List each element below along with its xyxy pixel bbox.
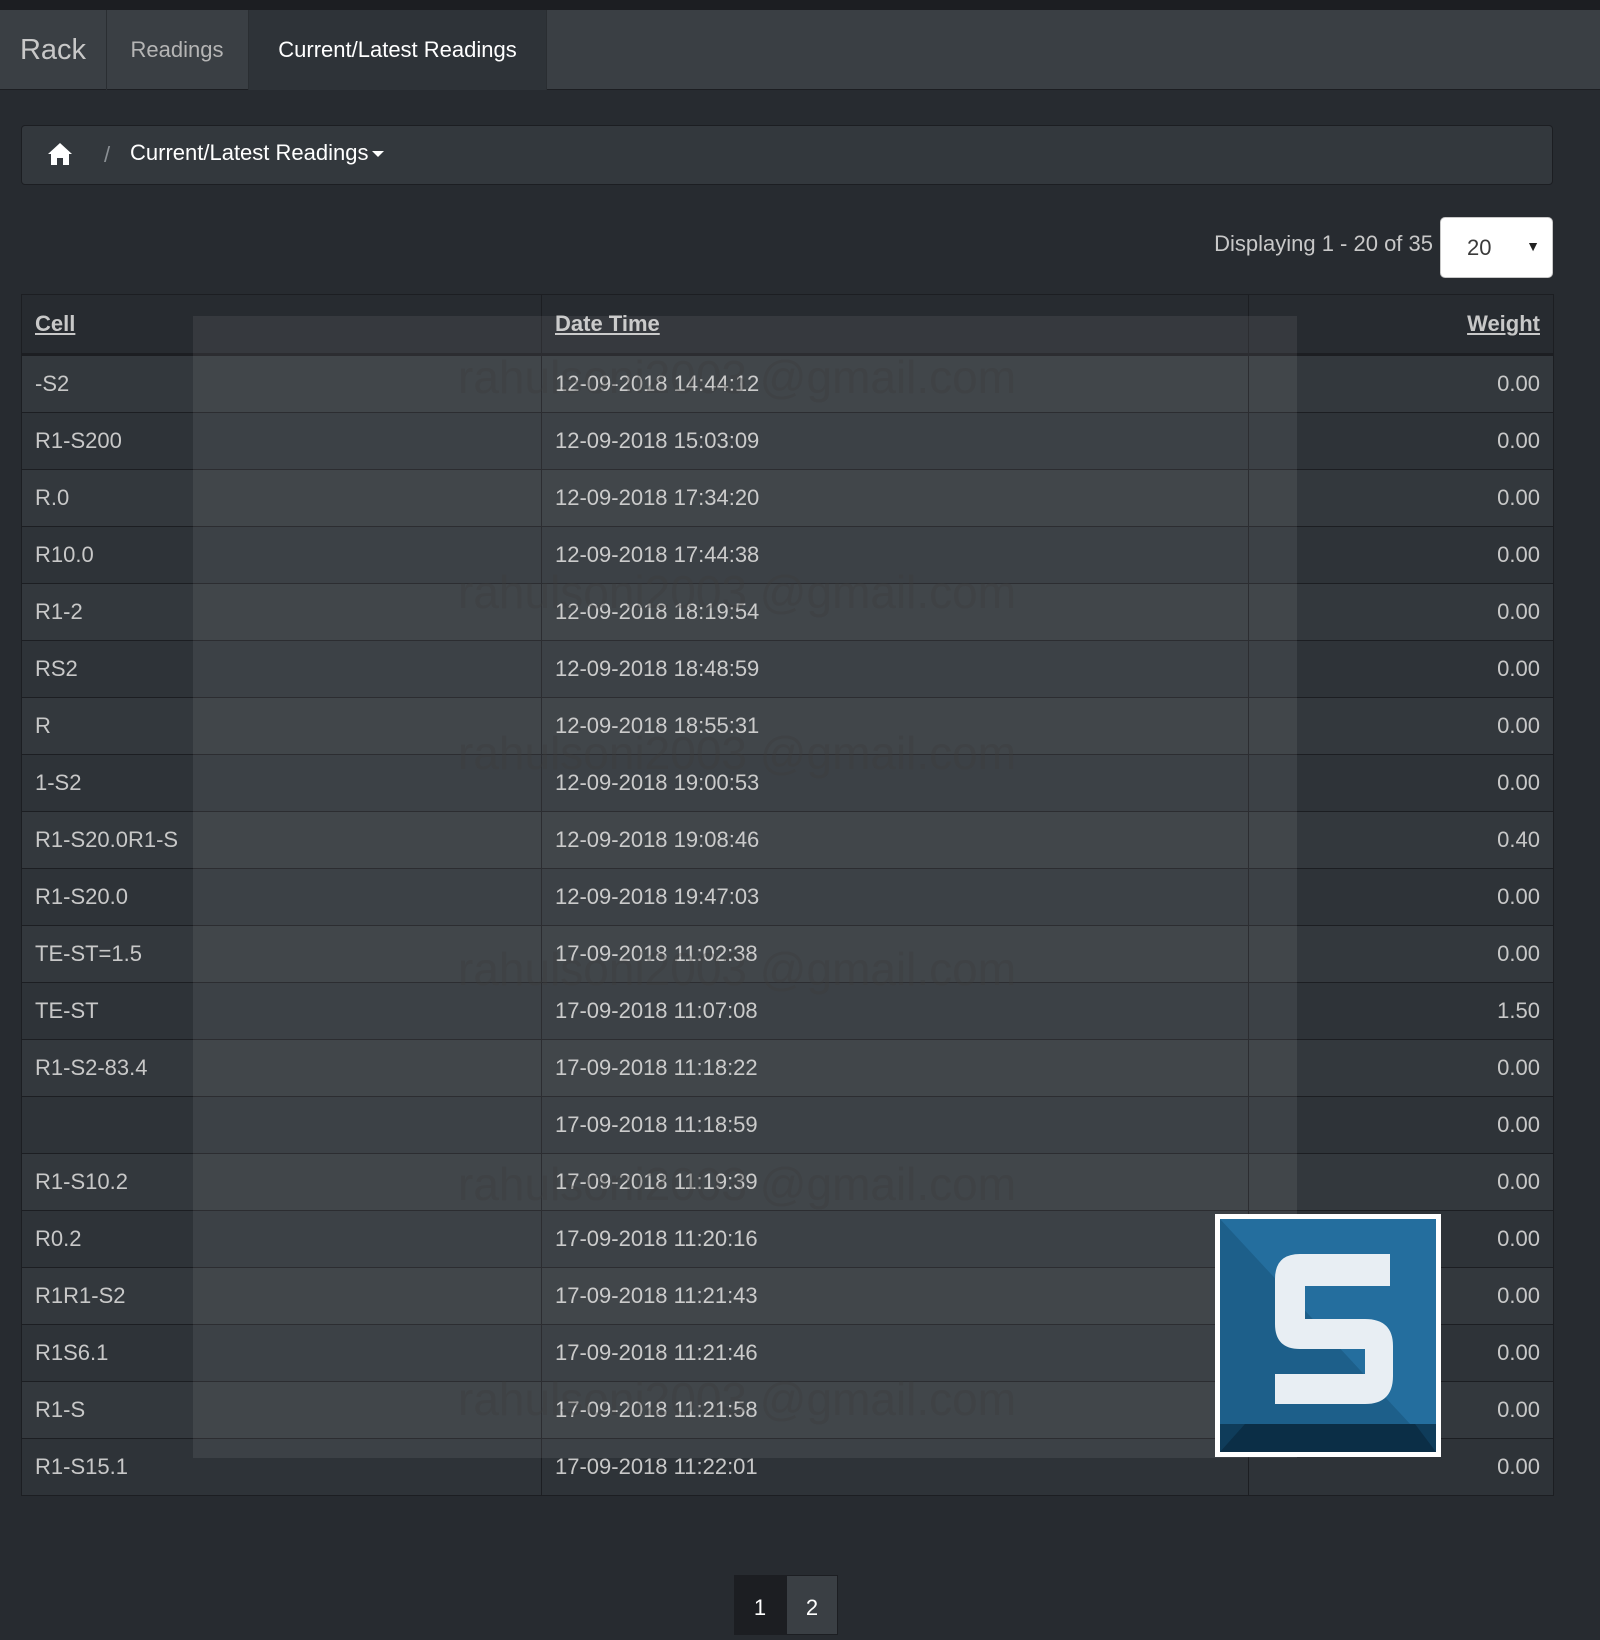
- column-header-weight[interactable]: Weight: [1248, 294, 1554, 356]
- breadcrumb-current-label: Current/Latest Readings: [130, 140, 369, 165]
- table-row: R1-S20.0 12-09-2018 19:47:03 0.00: [21, 868, 1554, 926]
- datetime-value: 17-09-2018 11:18:22: [541, 1039, 1249, 1097]
- cell-value: R1S6.1: [21, 1324, 542, 1382]
- cell-value: R1-S20.0R1-S: [21, 811, 542, 869]
- page-size-select[interactable]: 20 ▼: [1440, 217, 1553, 278]
- table-row: R1-S200 12-09-2018 15:03:09 0.00: [21, 412, 1554, 470]
- cell-value: -S2: [21, 354, 542, 413]
- weight-value: 1.50: [1248, 982, 1554, 1040]
- nav-link-current-readings[interactable]: Current/Latest Readings: [249, 10, 547, 90]
- cell-value: R1-S10.2: [21, 1153, 542, 1211]
- weight-value: 0.00: [1248, 925, 1554, 983]
- window-top-strip: [0, 0, 1600, 10]
- table-row: RS2 12-09-2018 18:48:59 0.00: [21, 640, 1554, 698]
- datetime-value: 17-09-2018 11:07:08: [541, 982, 1249, 1040]
- datetime-value: 12-09-2018 19:00:53: [541, 754, 1249, 812]
- table-row: R10.0 12-09-2018 17:44:38 0.00: [21, 526, 1554, 584]
- weight-value: 0.00: [1248, 354, 1554, 413]
- cell-value: R1-S: [21, 1381, 542, 1439]
- weight-value: 0.00: [1248, 1039, 1554, 1097]
- table-row: 1-S2 12-09-2018 19:00:53 0.00: [21, 754, 1554, 812]
- weight-value: 0.40: [1248, 811, 1554, 869]
- weight-value: 0.00: [1248, 526, 1554, 584]
- datetime-value: 12-09-2018 18:48:59: [541, 640, 1249, 698]
- table-row: R.0 12-09-2018 17:34:20 0.00: [21, 469, 1554, 527]
- weight-value: 0.00: [1248, 583, 1554, 641]
- weight-value: 0.00: [1248, 412, 1554, 470]
- weight-value: 0.00: [1248, 697, 1554, 755]
- cell-value: R1-S20.0: [21, 868, 542, 926]
- datetime-value: 12-09-2018 18:55:31: [541, 697, 1249, 755]
- cell-value: RS2: [21, 640, 542, 698]
- datetime-value: 17-09-2018 11:22:01: [541, 1438, 1249, 1496]
- cell-value: TE-ST: [21, 982, 542, 1040]
- table-row: -S2 12-09-2018 14:44:12 0.00: [21, 354, 1554, 413]
- cell-value: R.0: [21, 469, 542, 527]
- cell-value: R: [21, 697, 542, 755]
- column-header-cell[interactable]: Cell: [21, 294, 542, 356]
- table-header-row: Cell Date Time Weight: [21, 294, 1554, 356]
- breadcrumb: / Current/Latest Readings: [21, 125, 1553, 185]
- breadcrumb-dropdown[interactable]: Current/Latest Readings: [130, 140, 385, 166]
- datetime-value: 12-09-2018 15:03:09: [541, 412, 1249, 470]
- cell-value: R0.2: [21, 1210, 542, 1268]
- datetime-value: 17-09-2018 11:18:59: [541, 1096, 1249, 1154]
- weight-value: 0.00: [1248, 754, 1554, 812]
- cell-value: R1R1-S2: [21, 1267, 542, 1325]
- datetime-value: 12-09-2018 19:08:46: [541, 811, 1249, 869]
- page-2-button[interactable]: 2: [786, 1575, 838, 1635]
- page-1-button[interactable]: 1: [734, 1575, 786, 1635]
- table-row: R1-S20.0R1-S 12-09-2018 19:08:46 0.40: [21, 811, 1554, 869]
- table-row: R1-S2-83.4 17-09-2018 11:18:22 0.00: [21, 1039, 1554, 1097]
- page-size-value: 20: [1467, 235, 1492, 260]
- datetime-value: 17-09-2018 11:21:46: [541, 1324, 1249, 1382]
- weight-value: 0.00: [1248, 640, 1554, 698]
- table-row: R1-S10.2 17-09-2018 11:19:39 0.00: [21, 1153, 1554, 1211]
- weight-value: 0.00: [1248, 469, 1554, 527]
- datetime-value: 12-09-2018 14:44:12: [541, 354, 1249, 413]
- cell-value: R1-S2-83.4: [21, 1039, 542, 1097]
- table-row: TE-ST 17-09-2018 11:07:08 1.50: [21, 982, 1554, 1040]
- cell-value: TE-ST=1.5: [21, 925, 542, 983]
- weight-value: 0.00: [1248, 1096, 1554, 1154]
- table-row: R1-2 12-09-2018 18:19:54 0.00: [21, 583, 1554, 641]
- caret-down-icon: [372, 151, 385, 158]
- weight-value: 0.00: [1248, 868, 1554, 926]
- cell-value: R1-S200: [21, 412, 542, 470]
- column-header-datetime[interactable]: Date Time: [541, 294, 1249, 356]
- navbar: Rack Readings Current/Latest Readings: [0, 10, 1600, 90]
- datetime-value: 17-09-2018 11:20:16: [541, 1210, 1249, 1268]
- breadcrumb-separator: /: [104, 142, 111, 167]
- datetime-value: 12-09-2018 17:44:38: [541, 526, 1249, 584]
- home-icon[interactable]: [46, 140, 74, 168]
- datetime-value: 17-09-2018 11:21:43: [541, 1267, 1249, 1325]
- table-row: TE-ST=1.5 17-09-2018 11:02:38 0.00: [21, 925, 1554, 983]
- snagit-logo-icon: [1215, 1214, 1441, 1457]
- table-row: 17-09-2018 11:18:59 0.00: [21, 1096, 1554, 1154]
- cell-value: R1-S15.1: [21, 1438, 542, 1496]
- dropdown-arrow-icon: ▼: [1526, 238, 1540, 254]
- pagination-info: Displaying 1 - 20 of 35: [1214, 231, 1433, 256]
- navbar-brand[interactable]: Rack: [0, 10, 107, 90]
- table-row: R 12-09-2018 18:55:31 0.00: [21, 697, 1554, 755]
- cell-value: [21, 1096, 542, 1154]
- datetime-value: 17-09-2018 11:21:58: [541, 1381, 1249, 1439]
- cell-value: R1-2: [21, 583, 542, 641]
- nav-link-readings[interactable]: Readings: [106, 10, 249, 90]
- datetime-value: 17-09-2018 11:19:39: [541, 1153, 1249, 1211]
- datetime-value: 12-09-2018 18:19:54: [541, 583, 1249, 641]
- datetime-value: 12-09-2018 19:47:03: [541, 868, 1249, 926]
- cell-value: R10.0: [21, 526, 542, 584]
- datetime-value: 12-09-2018 17:34:20: [541, 469, 1249, 527]
- weight-value: 0.00: [1248, 1153, 1554, 1211]
- datetime-value: 17-09-2018 11:02:38: [541, 925, 1249, 983]
- cell-value: 1-S2: [21, 754, 542, 812]
